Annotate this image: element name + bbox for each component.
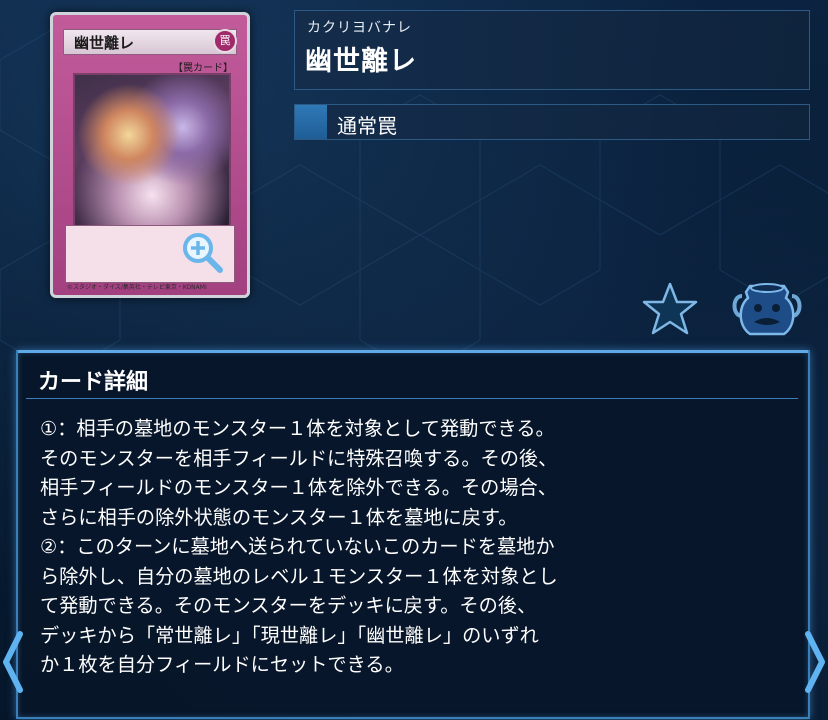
chevron-left-icon[interactable] [0,630,26,694]
panel-title-divider [26,398,798,399]
card-image-name-bar: 幽世離レ [63,29,237,55]
effect-line: ら除外し、自分の墓地のレベル１モンスター１体を対象とし [40,564,558,588]
effect-line: か１枚を自分フィールドにセットできる。 [40,653,404,676]
card-artwork [73,73,231,227]
card-image-type-line: 【罠カード】 [173,63,233,74]
panel-top-line [18,350,808,353]
card-name-ruby: カクリヨバナレ [307,20,412,36]
effect-line: ①：相手の墓地のモンスター１体を対象として発動できる。 [40,417,555,440]
pot-of-greed-icon[interactable] [730,278,804,340]
card-image-name: 幽世離レ [74,34,135,52]
effect-line: ②：このターンに墓地へ送られていないこのカードを墓地か [40,535,555,558]
panel-title: カード詳細 [38,370,149,395]
card-name-box: カクリヨバナレ 幽世離レ [294,10,810,90]
card-detail-panel: カード詳細 ①：相手の墓地のモンスター１体を対象として発動できる。 そのモンスタ… [16,350,810,719]
card-type-box: 通常罠 [294,104,810,140]
card-type-accent [295,105,327,139]
card-type: 通常罠 [337,114,397,138]
card-image-copyright: ©スタジオ・ダイス/集英社・テレビ東京・KONAMI [67,284,207,291]
effect-line: さらに相手の除外状態のモンスター１体を墓地に戻す。 [40,505,518,529]
chevron-right-icon[interactable] [802,630,828,694]
effect-line: て発動できる。そのモンスターをデッキに戻す。その後、 [40,594,537,617]
card-effect-text: ①：相手の墓地のモンスター１体を対象として発動できる。 そのモンスターを相手フィ… [40,414,800,680]
star-icon[interactable] [640,280,700,338]
effect-line: 相手フィールドのモンスター１体を除外できる。その場合、 [40,476,557,499]
card-attribute-icon: 罠 [213,29,237,53]
effect-line: デッキから「常世離レ」「現世離レ」「幽世離レ」のいずれ [40,623,539,647]
card-name: 幽世離レ [305,46,417,77]
effect-line: そのモンスターを相手フィールドに特殊召喚する。その後、 [40,446,558,470]
zoom-in-icon[interactable] [180,230,224,274]
